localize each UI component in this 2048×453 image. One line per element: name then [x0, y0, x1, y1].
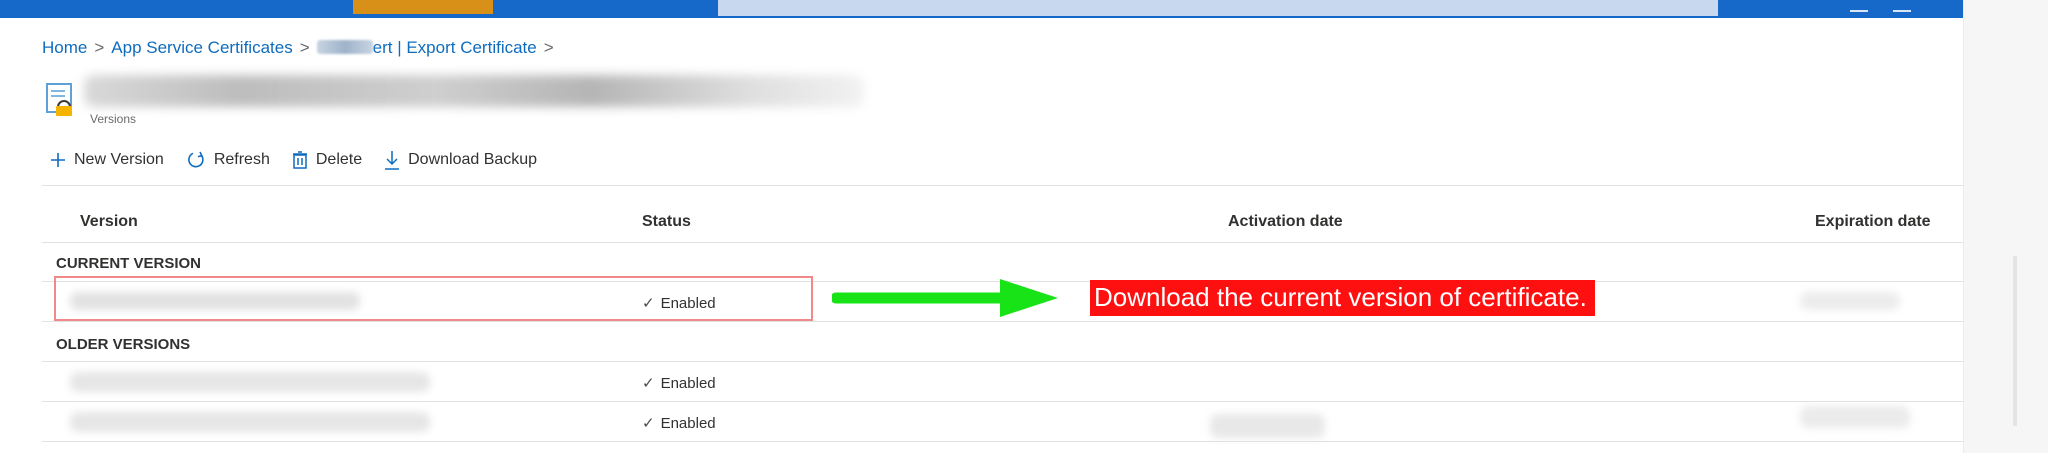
refresh-label: Refresh: [213, 151, 270, 168]
delete-label: Delete: [315, 151, 363, 168]
scrollbar[interactable]: [2013, 256, 2017, 426]
current-version-highlight: [54, 276, 813, 321]
new-version-button[interactable]: New Version: [50, 151, 164, 169]
certificate-icon: [46, 83, 72, 116]
delete-button[interactable]: Delete: [292, 151, 362, 169]
breadcrumb-app-service-certificates[interactable]: App Service Certificates: [111, 38, 292, 57]
breadcrumb-separator: >: [299, 38, 310, 57]
column-header-status[interactable]: Status: [642, 213, 691, 231]
new-version-label: New Version: [74, 151, 164, 168]
status-value: Enabled: [660, 415, 716, 432]
redacted-certificate-title: [84, 75, 864, 107]
breadcrumb-home[interactable]: Home: [42, 38, 87, 57]
portal-top-bar: [0, 0, 1963, 18]
page-subtitle: Versions: [90, 112, 137, 126]
column-header-activation-date[interactable]: Activation date: [1228, 213, 1343, 231]
redacted-expiration-date: [1800, 292, 1900, 310]
row-divider: [42, 361, 1963, 362]
green-arrow-annotation: [832, 279, 1058, 317]
download-backup-label: Download Backup: [408, 151, 538, 168]
refresh-icon: [187, 151, 204, 168]
status-cell: ✓ Enabled: [642, 374, 716, 392]
row-divider: [42, 441, 1963, 442]
redacted-expiration-date: [1800, 406, 1910, 428]
command-toolbar: New Version Refresh Delete Download Back…: [50, 150, 559, 170]
preview-badge[interactable]: [353, 0, 493, 14]
search-input[interactable]: [718, 0, 1718, 16]
notifications-icon[interactable]: [1850, 2, 1868, 12]
header-divider: [42, 242, 1963, 243]
breadcrumb-separator: >: [94, 38, 105, 57]
checkmark-icon: ✓: [642, 375, 655, 392]
redacted-version-id[interactable]: [70, 372, 430, 392]
status-cell: ✓ Enabled: [642, 414, 716, 432]
trash-icon: [292, 151, 307, 169]
refresh-button[interactable]: Refresh: [186, 150, 270, 170]
callout-annotation: Download the current version of certific…: [1090, 280, 1595, 316]
breadcrumb: Home > App Service Certificates > ert | Expo…: [42, 38, 561, 58]
toolbar-divider: [42, 185, 1963, 186]
group-header-older-versions: OLDER VERSIONS: [56, 336, 191, 353]
breadcrumb-separator: >: [543, 38, 554, 57]
breadcrumb-export-certificate[interactable]: ert | Export Certificate: [373, 38, 537, 57]
settings-icon[interactable]: [1893, 2, 1911, 12]
plus-icon: [51, 153, 65, 167]
row-divider: [42, 401, 1963, 402]
row-divider: [42, 321, 1963, 322]
download-backup-button[interactable]: Download Backup: [384, 150, 537, 170]
column-header-version[interactable]: Version: [80, 213, 138, 231]
redacted-version-id[interactable]: [70, 412, 430, 432]
checkmark-icon: ✓: [642, 415, 655, 432]
status-value: Enabled: [660, 375, 716, 392]
right-scroll-area: [1963, 0, 2048, 453]
group-header-current-version: CURRENT VERSION: [56, 255, 202, 272]
download-icon: [385, 151, 400, 170]
azure-portal-page: Home > App Service Certificates > ert | Expo…: [0, 0, 2048, 453]
column-header-expiration-date[interactable]: Expiration date: [1815, 213, 1931, 231]
redacted-name: [316, 40, 373, 54]
redacted-activation-date: [1210, 414, 1325, 438]
